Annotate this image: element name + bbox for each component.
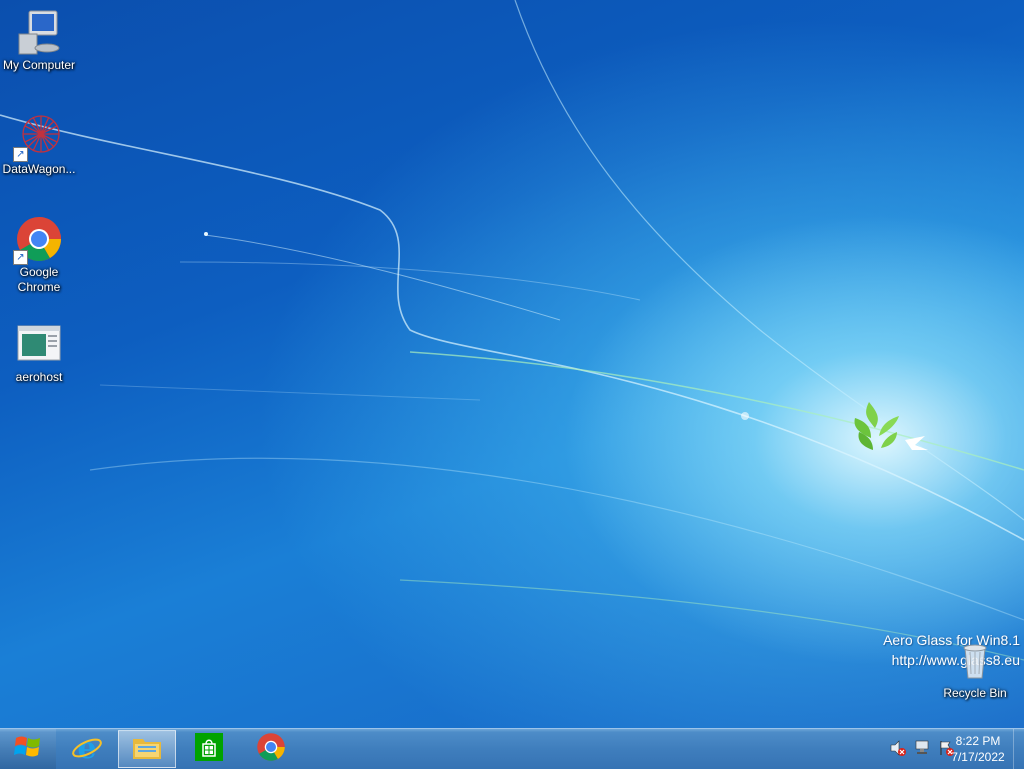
- computer-icon: [15, 8, 63, 56]
- taskbar-clock[interactable]: 8:22 PM 7/17/2022: [948, 733, 1008, 765]
- desktop-icon-label: Recycle Bin: [943, 686, 1007, 700]
- system-tray: [890, 739, 954, 757]
- desktop-icon-google-chrome[interactable]: ↗ Google Chrome: [0, 215, 78, 295]
- taskbar-store[interactable]: [180, 730, 238, 768]
- desktop-icon-label: DataWagon...: [2, 162, 76, 176]
- internet-explorer-icon: e: [71, 731, 103, 768]
- volume-muted-icon[interactable]: [890, 739, 906, 757]
- clock-time: 8:22 PM: [955, 734, 1001, 748]
- recycle-bin-icon: [951, 636, 999, 684]
- taskbar-file-explorer[interactable]: [118, 730, 176, 768]
- desktop-background[interactable]: My Computer ↗ DataWagon... ↗ Google Chro…: [0, 0, 1024, 728]
- desktop-icon-my-computer[interactable]: My Computer: [0, 8, 78, 73]
- store-icon: [194, 732, 224, 767]
- wallpaper-decoration: [0, 0, 1024, 661]
- chrome-icon: [256, 732, 286, 767]
- desktop-icon-label: My Computer: [2, 58, 76, 72]
- desktop-icon-recycle-bin[interactable]: Recycle Bin: [936, 636, 1014, 701]
- desktop-icon-aerohost[interactable]: aerohost: [0, 320, 78, 385]
- desktop-icon-label: Google Chrome: [17, 265, 61, 294]
- network-icon[interactable]: [914, 739, 930, 757]
- taskbar-google-chrome[interactable]: [242, 730, 300, 768]
- datawagon-icon: ↗: [13, 112, 63, 162]
- file-explorer-icon: [131, 733, 163, 766]
- aerohost-icon: [15, 320, 63, 368]
- shortcut-arrow-icon: ↗: [13, 147, 28, 162]
- clock-date: 7/17/2022: [951, 750, 1005, 764]
- chrome-icon: ↗: [13, 215, 63, 265]
- desktop-icon-label: aerohost: [15, 370, 63, 384]
- taskbar-internet-explorer[interactable]: e: [58, 730, 116, 768]
- desktop-icon-datawagon[interactable]: ↗ DataWagon...: [0, 112, 78, 177]
- taskbar: e 8:22 PM 7/17/2022: [0, 728, 1024, 769]
- svg-text:e: e: [77, 731, 96, 763]
- show-desktop-button[interactable]: [1013, 729, 1024, 769]
- start-button[interactable]: [0, 729, 56, 769]
- windows-logo-icon: [14, 734, 42, 765]
- shortcut-arrow-icon: ↗: [13, 250, 28, 265]
